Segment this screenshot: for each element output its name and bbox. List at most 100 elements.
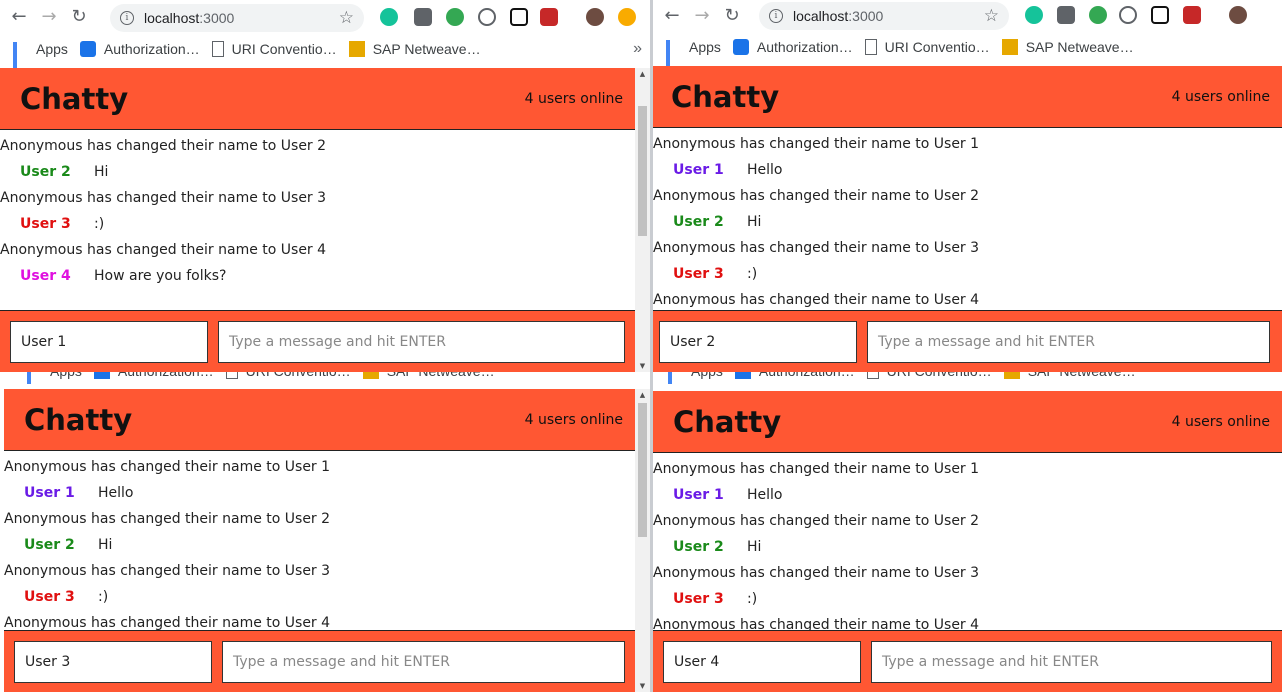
message-input[interactable]: Type a message and hit ENTER [867,320,1270,363]
address-bar[interactable]: i localhost:3000 ☆ [110,4,364,32]
message-username: User 3 [673,591,724,607]
system-message: Anonymous has changed their name to User… [653,513,980,529]
bookmark-authorization[interactable]: Authorization… [79,41,200,57]
reload-icon[interactable]: ↻ [68,6,90,28]
bookmark-authorization[interactable]: Authorization… [93,372,214,379]
brand-title[interactable]: Chatty [673,405,781,439]
extension-red-icon[interactable] [1183,6,1201,24]
message-placeholder: Type a message and hit ENTER [233,653,450,670]
reload-icon[interactable]: ↻ [721,5,743,27]
bookmark-star-icon[interactable]: ☆ [984,6,999,26]
message-username: User 2 [20,164,71,180]
bookmark-authorization[interactable]: Authorization… [732,39,853,55]
bookmark-uri[interactable]: URI Conventio… [211,41,337,57]
apps-grid-icon [26,372,42,384]
bookmark-sap[interactable]: SAP Netweave… [1001,39,1134,55]
bookmark-apps[interactable]: Apps [665,39,721,76]
bookmarks-more-icon[interactable]: » [633,40,642,58]
message-content: Hello [98,485,134,501]
username-input[interactable]: User 3 [14,640,212,683]
forward-icon[interactable]: → [691,5,713,27]
username-input[interactable]: User 4 [663,640,861,683]
username-input[interactable]: User 2 [659,320,857,363]
online-count: 4 users online [1171,88,1270,105]
system-message: Anonymous has changed their name to User… [0,190,327,206]
address-bar[interactable]: i localhost:3000 ☆ [759,2,1009,30]
username-value: User 2 [670,333,716,350]
extension-red-icon[interactable] [540,8,558,26]
bookmark-label: Authorization… [118,372,214,379]
grammarly-icon[interactable] [380,8,398,26]
bookmark-sap[interactable]: SAP Netweave… [1003,372,1136,379]
back-icon[interactable]: ← [661,5,683,27]
message-username: User 1 [673,487,724,503]
message-input[interactable]: Type a message and hit ENTER [218,320,625,363]
brand-title[interactable]: Chatty [671,80,779,114]
bookmark-authorization[interactable]: Authorization… [734,372,855,379]
chat-message: User 2 Hi [653,539,1282,565]
system-message: Anonymous has changed their name to User… [653,292,980,308]
bookmark-apps[interactable]: Apps [667,372,723,384]
bookmark-label: URI Conventio… [884,39,990,55]
bookmark-sap[interactable]: SAP Netweave… [348,41,481,57]
message-list: Anonymous has changed their name to User… [653,453,1282,630]
update-alert-icon[interactable] [618,8,636,26]
navbar: Chatty 4 users online [653,66,1282,128]
scn-icon [362,372,379,379]
bookmark-uri[interactable]: URI Conventio… [225,372,351,379]
scn-icon [1001,39,1018,55]
bookmark-apps[interactable]: Apps [12,41,68,78]
browser-window-user3: Apps Authorization… URI Conventio… SAP N… [0,372,650,692]
scrollbar[interactable]: ▲ ▼ [635,68,650,372]
extension-circle-icon[interactable] [478,8,496,26]
message-input[interactable]: Type a message and hit ENTER [222,640,625,683]
extension-green-icon[interactable] [446,8,464,26]
bookmark-label: URI Conventio… [887,372,992,379]
brand-title[interactable]: Chatty [24,403,132,437]
bookmarks-bar-partial: Apps Authorization… URI Conventio… SAP N… [0,372,650,384]
chat-message: User 1 Hello [653,487,1282,513]
avatar[interactable] [1229,6,1247,24]
extension-shield-icon[interactable] [1057,6,1075,24]
message-content: :) [747,266,758,282]
scroll-down-icon[interactable]: ▼ [635,680,650,692]
bookmark-uri[interactable]: URI Conventio… [866,372,992,379]
notion-icon[interactable] [1151,6,1169,24]
chat-app: Chatty 4 users online Anonymous has chan… [653,391,1282,692]
chat-message: User 3:) [653,591,1282,617]
info-icon[interactable]: i [769,9,783,23]
extension-circle-icon[interactable] [1119,6,1137,24]
scrollbar[interactable]: ▲ ▼ [635,389,650,692]
browser-chrome: ← → ↻ i localhost:3000 ☆ Apps Authorizat… [0,0,650,78]
scroll-thumb[interactable] [638,403,647,537]
bookmark-uri[interactable]: URI Conventio… [864,39,990,55]
scn-icon [1003,372,1020,379]
extension-green-icon[interactable] [1089,6,1107,24]
chat-app: Chatty 4 users online Anonymous has chan… [653,66,1282,372]
message-input[interactable]: Type a message and hit ENTER [871,640,1272,683]
scroll-down-icon[interactable]: ▼ [635,360,650,372]
extension-shield-icon[interactable] [414,8,432,26]
scroll-up-icon[interactable]: ▲ [635,389,650,401]
browser-chrome: ← → ↻ i localhost:3000 ☆ Apps Authorizat… [653,0,1282,76]
bookmark-star-icon[interactable]: ☆ [339,8,354,28]
bookmark-label: SAP Netweave… [1028,372,1136,379]
info-icon[interactable]: i [120,11,134,25]
bookmarks-bar: Apps Authorization… URI Conventio… SAP N… [653,32,1282,76]
notion-icon[interactable] [510,8,528,26]
brand-title[interactable]: Chatty [20,82,128,116]
system-message: Anonymous has changed their name to User… [4,511,331,527]
url-host: localhost [144,10,200,26]
username-value: User 4 [674,653,720,670]
scroll-thumb[interactable] [638,106,647,236]
bookmarks-bar: Apps Authorization… URI Conventio… SAP N… [0,34,650,78]
avatar[interactable] [586,8,604,26]
username-input[interactable]: User 1 [10,320,208,363]
forward-icon[interactable]: → [38,6,60,28]
bookmark-sap[interactable]: SAP Netweave… [362,372,495,379]
scroll-up-icon[interactable]: ▲ [635,68,650,80]
bookmark-label: URI Conventio… [246,372,351,379]
grammarly-icon[interactable] [1025,6,1043,24]
bookmark-apps[interactable]: Apps [26,372,82,384]
back-icon[interactable]: ← [8,6,30,28]
